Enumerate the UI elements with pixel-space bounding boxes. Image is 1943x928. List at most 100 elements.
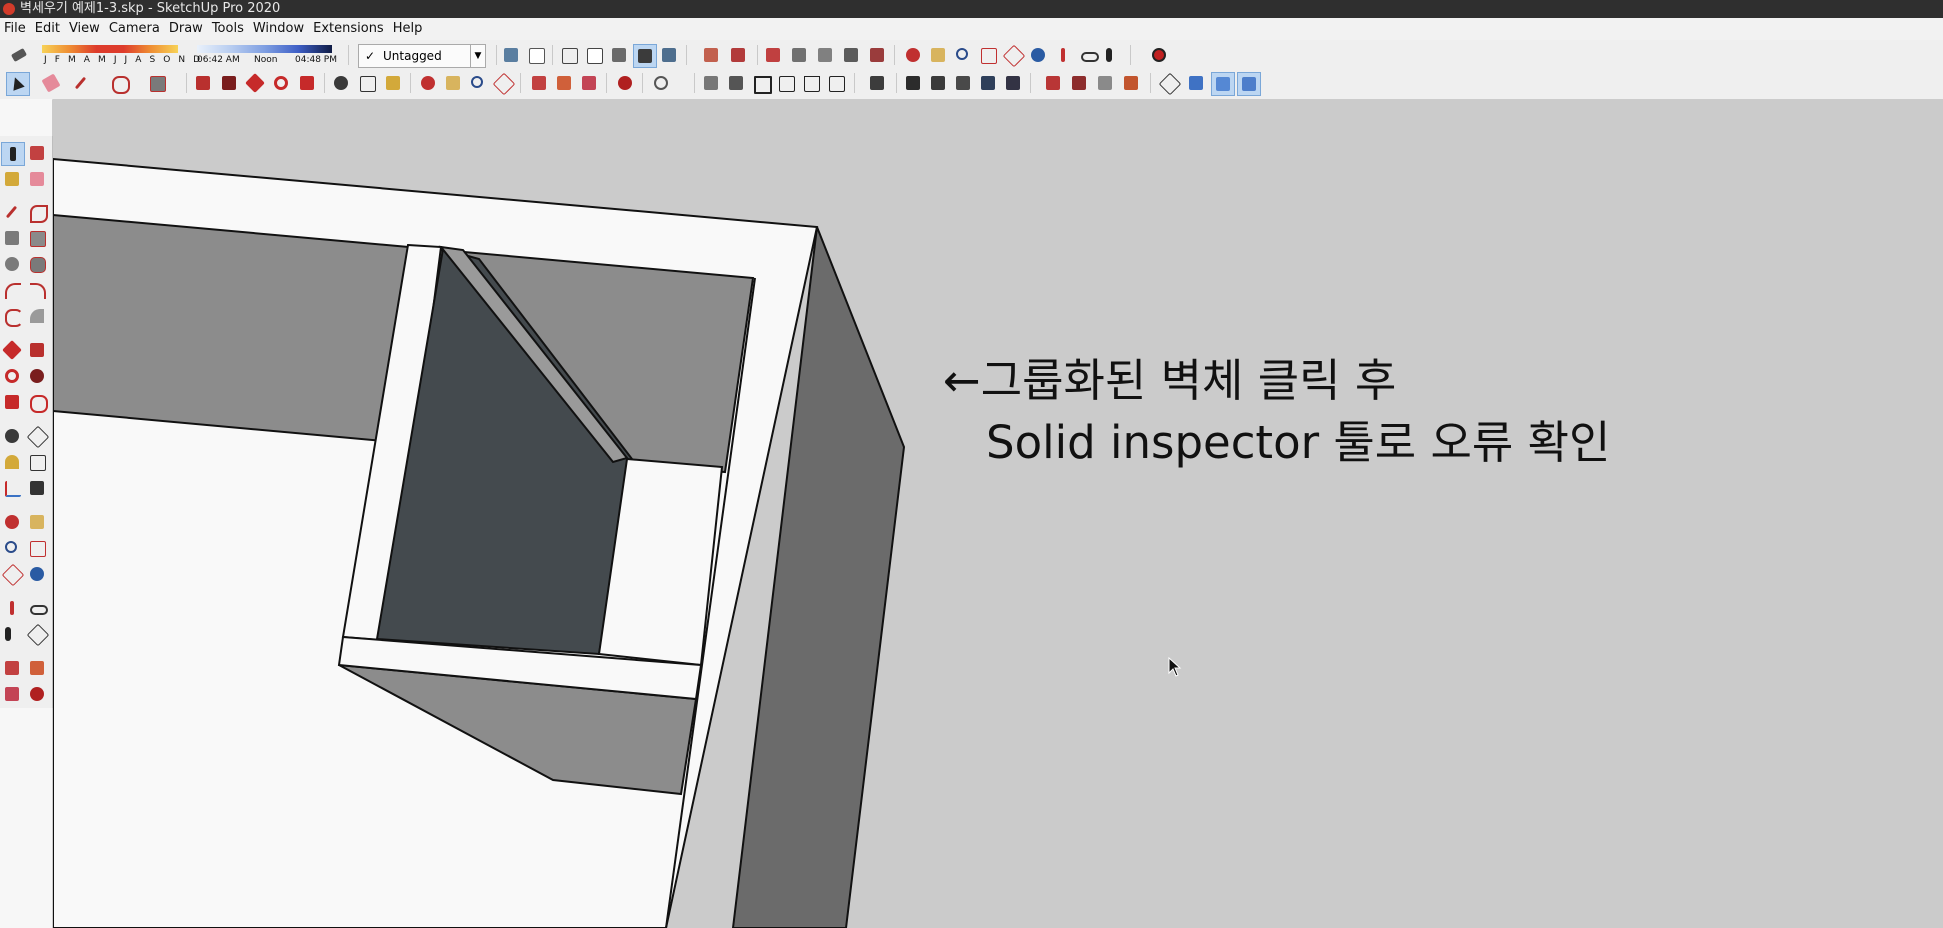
eraser-icon[interactable] [26, 168, 48, 190]
face-style-shaded-icon[interactable] [608, 44, 630, 66]
line-icon[interactable] [1, 201, 23, 223]
zoom-extents-icon[interactable] [1, 563, 25, 587]
menu-edit[interactable]: Edit [31, 18, 65, 40]
axes-icon[interactable] [1, 477, 23, 499]
union-icon[interactable] [1120, 72, 1142, 94]
zoom-window-icon[interactable] [977, 44, 999, 66]
rectangle-icon[interactable] [146, 72, 168, 94]
outer-shell-icon[interactable] [1068, 72, 1090, 94]
rotated-rectangle-icon[interactable] [26, 227, 48, 249]
shadow-month-slider[interactable] [42, 45, 178, 53]
left-view-icon[interactable] [825, 72, 847, 94]
menu-camera[interactable]: Camera [105, 18, 165, 40]
iso-view-icon[interactable] [700, 72, 722, 94]
axes-icon[interactable] [1158, 72, 1182, 96]
follow-me-icon[interactable] [26, 365, 48, 387]
geo-location-icon[interactable] [1148, 44, 1170, 66]
intersect-icon[interactable] [1094, 72, 1116, 94]
push-pull-icon[interactable] [26, 339, 48, 361]
eraser-icon[interactable] [40, 72, 62, 94]
face-style-monochrome-icon[interactable] [658, 44, 680, 66]
warehouse-icon[interactable] [700, 44, 722, 66]
menu-file[interactable]: File [0, 18, 31, 40]
paint-icon[interactable] [382, 72, 404, 94]
zoom-window-icon[interactable] [26, 537, 48, 559]
face-style-xray-icon[interactable] [500, 44, 522, 66]
menu-extensions[interactable]: Extensions [309, 18, 389, 40]
face-style-wireframe-icon[interactable] [558, 44, 580, 66]
pencil-icon[interactable] [70, 72, 92, 94]
zoom-icon[interactable] [952, 44, 974, 66]
follow-me-icon[interactable] [218, 72, 240, 94]
solid-tools-icon[interactable] [1042, 72, 1064, 94]
orbit-icon[interactable] [902, 44, 924, 66]
section-cut-icon[interactable] [814, 44, 836, 66]
menu-draw[interactable]: Draw [165, 18, 208, 40]
component-icon-5[interactable] [1002, 72, 1024, 94]
front-view-icon[interactable] [750, 72, 772, 94]
scale-icon[interactable] [1, 391, 23, 413]
offset-icon[interactable] [26, 391, 48, 413]
menu-tools[interactable]: Tools [208, 18, 249, 40]
menu-window[interactable]: Window [249, 18, 309, 40]
tape-measure-icon[interactable] [1, 425, 23, 447]
component-icon-2[interactable] [927, 72, 949, 94]
3d-text-icon[interactable] [26, 477, 48, 499]
previous-view-icon[interactable] [26, 563, 48, 585]
orbit-icon[interactable] [1, 511, 23, 533]
union-icon[interactable] [26, 683, 48, 705]
push-pull-icon[interactable] [192, 72, 214, 94]
rotate-icon[interactable] [1, 365, 23, 387]
two-point-arc-icon[interactable] [1, 305, 23, 327]
paint-bucket-icon[interactable] [1, 168, 23, 190]
sandbox-icon[interactable] [614, 72, 636, 94]
cube-icon-1[interactable] [1185, 72, 1207, 94]
face-style-hidden-icon[interactable] [583, 44, 605, 66]
protractor-icon[interactable] [1, 451, 23, 473]
rectangle-icon[interactable] [1, 227, 23, 249]
zoom-icon[interactable] [1, 537, 23, 559]
chevron-down-icon[interactable]: ▼ [470, 45, 485, 67]
face-style-back-edges-icon[interactable] [525, 44, 547, 66]
walk-icon[interactable] [1102, 44, 1124, 66]
three-point-arc-icon[interactable] [26, 305, 48, 327]
back-view-icon[interactable] [800, 72, 822, 94]
previous-icon[interactable] [1027, 44, 1049, 66]
eraser-shadow-icon[interactable] [8, 44, 30, 66]
shadow-time-slider[interactable] [197, 45, 332, 53]
polygon-icon[interactable] [26, 253, 48, 275]
tag-select[interactable]: ✓ Untagged ▼ [358, 44, 486, 68]
section-planes-icon[interactable] [866, 44, 888, 66]
component-icon-3[interactable] [952, 72, 974, 94]
section-display-icon[interactable] [788, 44, 810, 66]
menu-help[interactable]: Help [389, 18, 428, 40]
zoom-extents-icon-2[interactable] [492, 72, 516, 96]
cube-icon-3[interactable] [1237, 72, 1261, 96]
intersect-icon[interactable] [1, 683, 23, 705]
user-icon[interactable] [650, 72, 672, 94]
pan-icon-2[interactable] [442, 72, 464, 94]
solid-intersect-icon[interactable] [553, 72, 575, 94]
tape-icon[interactable] [330, 72, 352, 94]
top-view-icon[interactable] [725, 72, 747, 94]
text-icon[interactable] [356, 72, 378, 94]
section-fill-icon[interactable] [840, 44, 862, 66]
component-icon-4[interactable] [977, 72, 999, 94]
model-viewport[interactable] [53, 99, 1943, 928]
section-plane-icon[interactable] [762, 44, 784, 66]
zoom-icon-2[interactable] [467, 72, 489, 94]
select-icon[interactable] [1, 142, 25, 166]
menu-view[interactable]: View [65, 18, 105, 40]
look-around-icon[interactable] [26, 597, 48, 619]
dimension-icon[interactable] [26, 425, 50, 449]
arc-icon[interactable] [1, 279, 23, 301]
zoom-extents-icon[interactable] [1002, 44, 1026, 68]
style-icon[interactable] [866, 72, 888, 94]
move-icon[interactable] [244, 72, 266, 94]
select-icon[interactable] [6, 72, 30, 96]
rotate-icon[interactable] [270, 72, 292, 94]
extension-warehouse-icon[interactable] [727, 44, 749, 66]
pan-icon[interactable] [927, 44, 949, 66]
move-icon[interactable] [1, 339, 23, 361]
right-view-icon[interactable] [775, 72, 797, 94]
